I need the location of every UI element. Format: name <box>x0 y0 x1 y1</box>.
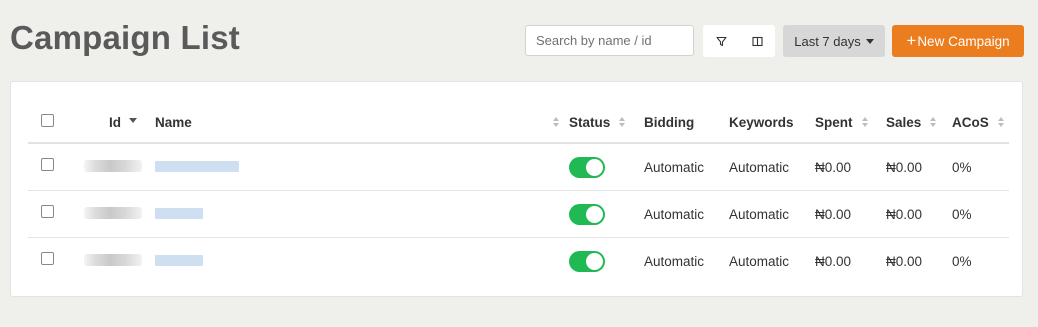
row-checkbox[interactable] <box>41 158 54 172</box>
sales-cell: ₦0.00 <box>886 190 952 238</box>
search-input[interactable] <box>525 25 694 56</box>
status-toggle[interactable] <box>569 250 605 272</box>
status-toggle[interactable] <box>569 156 605 178</box>
campaign-id <box>84 159 142 172</box>
bidding-cell: Automatic <box>644 190 729 238</box>
status-cell <box>569 143 644 191</box>
select-all-cell <box>28 102 84 144</box>
campaign-id <box>84 206 142 219</box>
keywords-cell: Automatic <box>729 190 815 238</box>
column-header-id[interactable]: Id <box>84 102 155 144</box>
column-label-spent: Spent <box>815 114 853 130</box>
page-header: Campaign List Last 7 days + New Campaign <box>0 0 1038 78</box>
sort-icon <box>619 117 626 127</box>
campaign-id <box>84 253 142 266</box>
status-cell <box>569 190 644 238</box>
spent-cell: ₦0.00 <box>815 253 852 269</box>
columns-button[interactable] <box>739 25 775 57</box>
column-label-name: Name <box>155 114 192 130</box>
date-range-label: Last 7 days <box>794 33 861 49</box>
column-label-sales: Sales <box>886 114 922 130</box>
sales-cell: ₦0.00 <box>886 253 923 269</box>
column-label-id: Id <box>109 114 121 130</box>
bidding-cell: Automatic <box>644 253 705 269</box>
column-header-acos[interactable]: ACoS <box>952 102 1009 144</box>
column-label-status: Status <box>569 114 611 130</box>
sort-icon <box>861 117 868 127</box>
filter-button[interactable] <box>703 25 739 57</box>
keywords-cell: Automatic <box>729 143 815 191</box>
name-cell <box>155 238 569 285</box>
status-toggle[interactable] <box>569 203 605 225</box>
filter-icon <box>715 36 727 46</box>
campaign-name-link[interactable] <box>155 207 203 219</box>
plus-icon: + <box>906 31 917 50</box>
campaign-name-link[interactable] <box>155 160 239 172</box>
table-header-row: Id Name Status Bidding Keywords Spent Sa… <box>28 102 1009 144</box>
row-checkbox[interactable] <box>41 205 54 219</box>
select-all-checkbox[interactable] <box>41 114 54 128</box>
row-select-cell <box>28 143 84 191</box>
column-label-keywords: Keywords <box>729 114 794 130</box>
id-cell <box>84 143 155 191</box>
sort-desc-icon <box>129 118 137 123</box>
bidding-cell: Automatic <box>644 143 729 191</box>
columns-icon <box>751 36 763 46</box>
date-range-dropdown[interactable]: Last 7 days <box>783 25 885 57</box>
row-select-cell <box>28 190 84 238</box>
name-cell <box>155 190 569 238</box>
campaign-table-card: Id Name Status Bidding Keywords Spent Sa… <box>10 81 1023 297</box>
status-cell <box>569 238 644 285</box>
table-row: Automatic Automatic ₦0.00 ₦0.00 0% <box>28 143 1009 191</box>
page-title: Campaign List <box>10 19 240 56</box>
table-row: Automatic Automatic ₦0.00 ₦0.00 0% <box>28 238 1009 285</box>
sort-icon <box>930 117 937 127</box>
row-select-cell <box>28 238 84 285</box>
sort-icon <box>997 117 1004 127</box>
column-header-sales[interactable]: Sales <box>886 102 952 144</box>
sort-icon <box>553 117 559 127</box>
new-campaign-label: New Campaign <box>917 33 1010 49</box>
name-cell <box>155 143 569 191</box>
id-cell <box>84 190 155 238</box>
column-label-acos: ACoS <box>952 114 989 130</box>
column-header-status[interactable]: Status <box>569 102 644 144</box>
column-header-spent[interactable]: Spent <box>815 102 886 144</box>
table-row: Automatic Automatic ₦0.00 ₦0.00 0% <box>28 190 1009 238</box>
row-checkbox[interactable] <box>41 252 54 266</box>
view-tools <box>703 25 775 57</box>
campaign-table: Id Name Status Bidding Keywords Spent Sa… <box>28 102 1009 284</box>
acos-cell: 0% <box>952 143 1009 191</box>
spent-cell: ₦0.00 <box>815 143 886 191</box>
spent-cell: ₦0.00 <box>815 190 886 238</box>
id-cell <box>84 238 155 285</box>
column-header-name[interactable]: Name <box>155 102 569 144</box>
new-campaign-button[interactable]: + New Campaign <box>892 25 1024 57</box>
caret-down-icon <box>865 39 874 44</box>
acos-cell: 0% <box>952 253 972 269</box>
column-label-bidding: Bidding <box>644 114 695 130</box>
keywords-cell: Automatic <box>729 253 790 269</box>
column-header-bidding: Bidding <box>644 102 729 144</box>
column-header-keywords: Keywords <box>729 102 815 144</box>
campaign-name-link[interactable] <box>155 254 203 266</box>
acos-cell: 0% <box>952 190 1009 238</box>
sales-cell: ₦0.00 <box>886 143 952 191</box>
